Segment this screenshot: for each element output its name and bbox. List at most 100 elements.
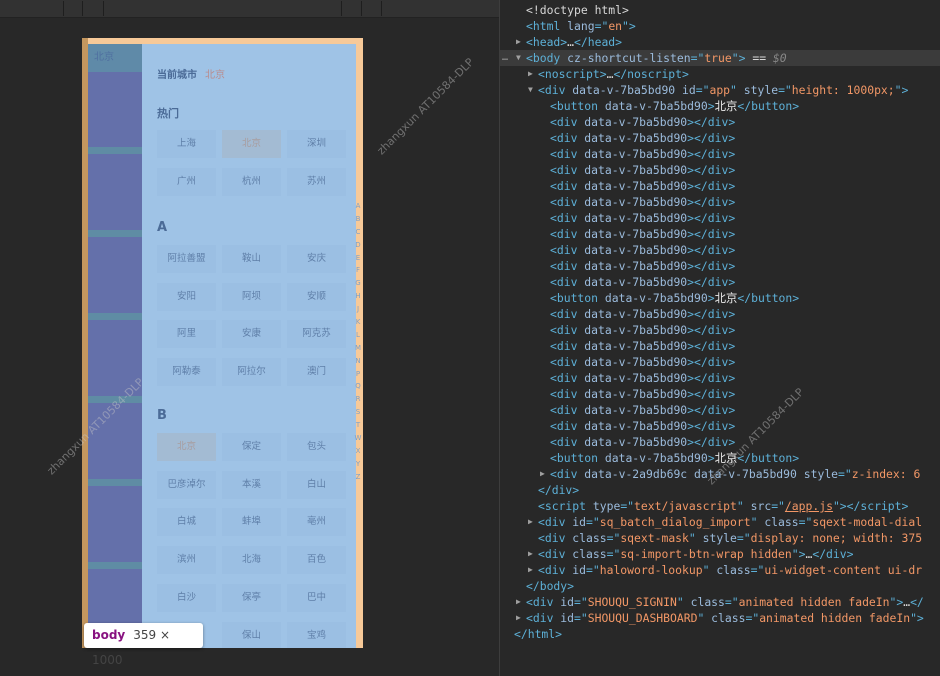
- collapsed-triangle-icon[interactable]: ▶: [540, 466, 545, 482]
- dom-node-line[interactable]: <div data-v-7ba5bd90></div>: [500, 210, 940, 226]
- dom-node-line[interactable]: <div data-v-7ba5bd90></div>: [500, 338, 940, 354]
- dom-node-line[interactable]: ▶ <div id="sq_batch_dialog_import" class=…: [500, 514, 940, 530]
- dom-node-line[interactable]: ▶ <div id="haloword-lookup" class="ui-wid…: [500, 562, 940, 578]
- index-letter[interactable]: H: [353, 292, 363, 305]
- dom-node-line[interactable]: ▶ <noscript>…</noscript>: [500, 66, 940, 82]
- alphabet-index[interactable]: ABCDEFGHJKLMNPQRSTWXYZ: [353, 202, 363, 486]
- city-cell[interactable]: 阿里: [157, 320, 216, 349]
- city-cell[interactable]: 阿拉尔: [222, 358, 281, 387]
- city-cell[interactable]: 安庆: [287, 245, 346, 273]
- city-cell[interactable]: 巴中: [287, 583, 346, 612]
- city-cell[interactable]: 安顺: [287, 282, 346, 311]
- expanded-triangle-icon[interactable]: ▼: [528, 82, 533, 98]
- dom-node-line[interactable]: <div data-v-7ba5bd90></div>: [500, 130, 940, 146]
- collapsed-triangle-icon[interactable]: ▶: [528, 546, 533, 562]
- dom-node-line[interactable]: </div>: [500, 482, 940, 498]
- current-city-value[interactable]: 北京: [205, 70, 225, 81]
- dom-node-line[interactable]: <div data-v-7ba5bd90></div>: [500, 306, 940, 322]
- city-cell[interactable]: 百色: [287, 546, 346, 575]
- dom-node-line[interactable]: ▶ <div class="sq-import-btn-wrap hidden">…: [500, 546, 940, 562]
- dom-node-line[interactable]: <!doctype html>: [500, 2, 940, 18]
- dom-node-line[interactable]: </html>: [500, 626, 940, 642]
- city-cell[interactable]: 保亭: [222, 583, 281, 612]
- index-letter[interactable]: Q: [353, 382, 363, 395]
- city-cell[interactable]: 白城: [157, 508, 216, 537]
- city-cell[interactable]: 本溪: [222, 470, 281, 499]
- dom-node-line[interactable]: <div data-v-7ba5bd90></div>: [500, 274, 940, 290]
- index-letter[interactable]: J: [353, 305, 363, 318]
- index-letter[interactable]: P: [353, 370, 363, 383]
- dom-node-line[interactable]: <script type="text/javascript" src="/app…: [500, 498, 940, 514]
- city-cell[interactable]: 亳州: [287, 508, 346, 537]
- dom-node-line[interactable]: <div data-v-7ba5bd90></div>: [500, 258, 940, 274]
- expanded-triangle-icon[interactable]: ▼: [516, 50, 521, 66]
- more-icon[interactable]: …: [502, 50, 508, 66]
- collapsed-triangle-icon[interactable]: ▶: [528, 66, 533, 82]
- index-letter[interactable]: X: [353, 447, 363, 460]
- city-cell[interactable]: 蚌埠: [222, 508, 281, 537]
- index-letter[interactable]: K: [353, 318, 363, 331]
- dom-node-line[interactable]: <div data-v-7ba5bd90></div>: [500, 114, 940, 130]
- city-cell[interactable]: 巴彦淖尔: [157, 470, 216, 499]
- dom-node-line[interactable]: ▶ <div data-v-2a9db69c data-v-7ba5bd90 st…: [500, 466, 940, 482]
- dom-node-line[interactable]: </body>: [500, 578, 940, 594]
- dom-node-line[interactable]: <div data-v-7ba5bd90></div>: [500, 418, 940, 434]
- index-letter[interactable]: G: [353, 279, 363, 292]
- city-cell[interactable]: 阿坝: [222, 282, 281, 311]
- index-letter[interactable]: Z: [353, 473, 363, 486]
- index-letter[interactable]: C: [353, 228, 363, 241]
- index-letter[interactable]: N: [353, 357, 363, 370]
- dom-node-line[interactable]: <div data-v-7ba5bd90></div>: [500, 354, 940, 370]
- index-letter[interactable]: D: [353, 241, 363, 254]
- city-cell[interactable]: 滨州: [157, 546, 216, 575]
- index-letter[interactable]: Y: [353, 460, 363, 473]
- city-cell[interactable]: 白山: [287, 470, 346, 499]
- collapsed-triangle-icon[interactable]: ▶: [516, 594, 521, 610]
- city-cell[interactable]: 阿拉善盟: [157, 245, 216, 273]
- index-letter[interactable]: A: [353, 202, 363, 215]
- collapsed-triangle-icon[interactable]: ▶: [528, 562, 533, 578]
- dom-node-line[interactable]: ▶ <div id="SHOUQU_DASHBOARD" class="anima…: [500, 610, 940, 626]
- city-cell[interactable]: 北海: [222, 546, 281, 575]
- city-button[interactable]: 北京: [88, 44, 142, 72]
- city-cell[interactable]: 苏州: [287, 167, 346, 196]
- dom-node-line[interactable]: <div data-v-7ba5bd90></div>: [500, 178, 940, 194]
- dom-node-line[interactable]: <div data-v-7ba5bd90></div>: [500, 242, 940, 258]
- city-cell[interactable]: 保定: [222, 433, 281, 461]
- city-cell[interactable]: 北京: [157, 433, 216, 461]
- index-letter[interactable]: W: [353, 434, 363, 447]
- index-letter[interactable]: L: [353, 331, 363, 344]
- dom-node-line[interactable]: <div data-v-7ba5bd90></div>: [500, 226, 940, 242]
- dom-node-line[interactable]: ▶ <div id="SHOUQU_SIGNIN" class="animated…: [500, 594, 940, 610]
- dom-node-line[interactable]: <div data-v-7ba5bd90></div>: [500, 194, 940, 210]
- dom-node-line[interactable]: <button data-v-7ba5bd90>北京</button>: [500, 290, 940, 306]
- collapsed-triangle-icon[interactable]: ▶: [516, 34, 521, 50]
- dom-node-line[interactable]: <div data-v-7ba5bd90></div>: [500, 146, 940, 162]
- index-letter[interactable]: E: [353, 254, 363, 267]
- dom-node-line[interactable]: <div class="sqext-mask" style="display: …: [500, 530, 940, 546]
- city-cell[interactable]: 阿勒泰: [157, 358, 216, 387]
- index-letter[interactable]: F: [353, 266, 363, 279]
- city-cell[interactable]: 包头: [287, 433, 346, 461]
- dom-node-line[interactable]: <div data-v-7ba5bd90></div>: [500, 370, 940, 386]
- city-cell[interactable]: 宝鸡: [287, 621, 346, 648]
- index-letter[interactable]: T: [353, 421, 363, 434]
- dom-node-line[interactable]: <html lang="en">: [500, 18, 940, 34]
- city-cell[interactable]: 北京: [222, 130, 281, 158]
- dom-node-line[interactable]: ▼ <div data-v-7ba5bd90 id="app" style="he…: [500, 82, 940, 98]
- city-cell[interactable]: 安阳: [157, 282, 216, 311]
- collapsed-triangle-icon[interactable]: ▶: [516, 610, 521, 626]
- city-cell[interactable]: 上海: [157, 130, 216, 158]
- dom-node-line[interactable]: <button data-v-7ba5bd90>北京</button>: [500, 450, 940, 466]
- city-cell[interactable]: 深圳: [287, 130, 346, 158]
- city-cell[interactable]: 杭州: [222, 167, 281, 196]
- city-cell[interactable]: 鞍山: [222, 245, 281, 273]
- dom-node-line[interactable]: ▶ <head>…</head>: [500, 34, 940, 50]
- index-letter[interactable]: S: [353, 408, 363, 421]
- city-cell[interactable]: 阿克苏: [287, 320, 346, 349]
- dom-node-line[interactable]: <button data-v-7ba5bd90>北京</button>: [500, 98, 940, 114]
- index-letter[interactable]: B: [353, 215, 363, 228]
- city-cell[interactable]: 保山: [222, 621, 281, 648]
- dom-node-line[interactable]: <div data-v-7ba5bd90></div>: [500, 402, 940, 418]
- dom-node-line[interactable]: <div data-v-7ba5bd90></div>: [500, 322, 940, 338]
